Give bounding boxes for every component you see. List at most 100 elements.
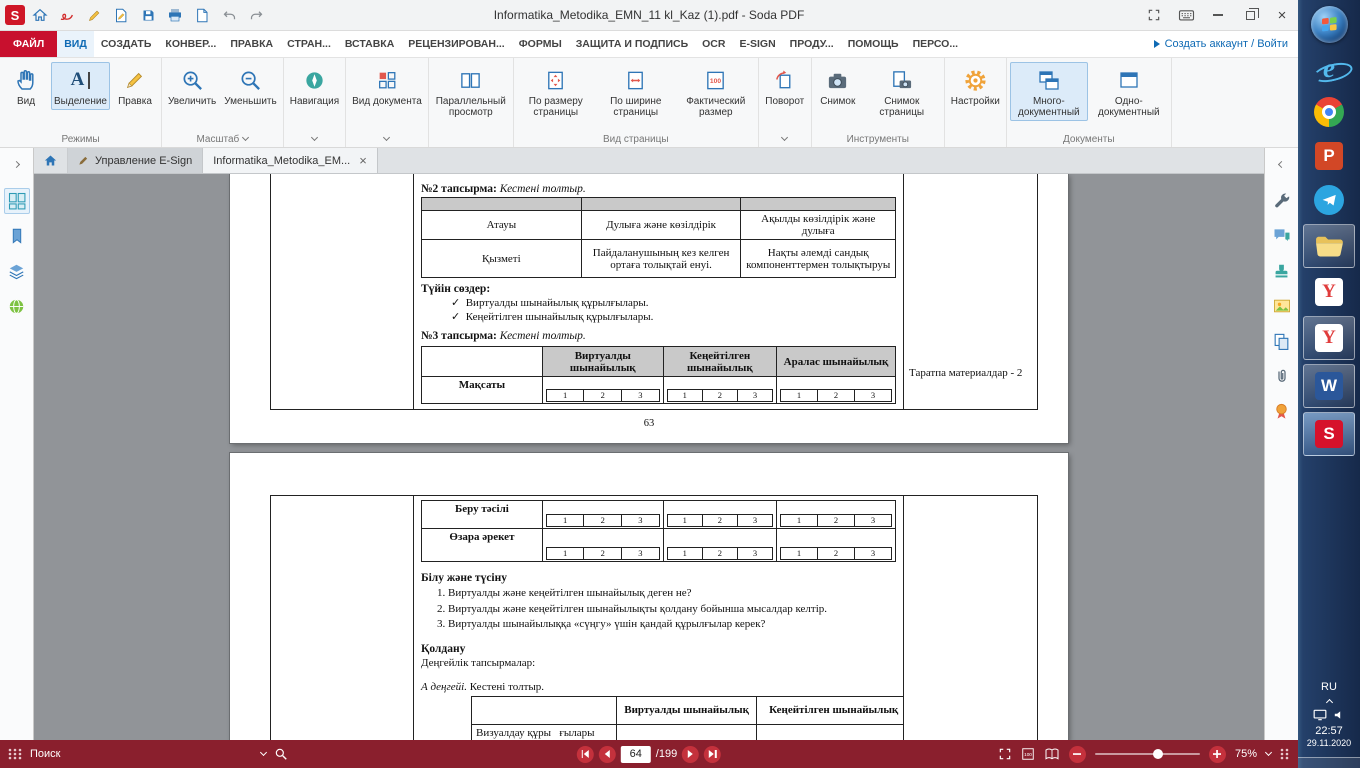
- home-button[interactable]: [28, 3, 52, 27]
- web-panel-button[interactable]: [4, 293, 30, 319]
- search-icon[interactable]: [274, 747, 288, 761]
- minimize-button[interactable]: [1202, 0, 1234, 30]
- ribbon-group-scale-dropdown[interactable]: Масштаб: [165, 131, 280, 147]
- tray-expand-chevron[interactable]: [1325, 699, 1332, 706]
- ribbon-doc-view-dropdown[interactable]: [349, 131, 425, 147]
- ribbon-button-settings[interactable]: Настройки: [948, 62, 1003, 110]
- ribbon-button-fit-width[interactable]: По ширине страницы: [597, 62, 675, 121]
- tools-panel-button[interactable]: [1269, 188, 1295, 214]
- menu-tab[interactable]: ФАЙЛ: [0, 31, 57, 57]
- ribbon-button-zoom-out[interactable]: Уменьшить: [221, 62, 279, 110]
- undo-button[interactable]: [217, 3, 241, 27]
- soda-pdf-taskbar-button[interactable]: S: [1303, 412, 1355, 456]
- certificates-panel-button[interactable]: [1269, 398, 1295, 424]
- actual-size-icon[interactable]: 100: [1021, 747, 1035, 761]
- ribbon-button-multi-document[interactable]: Много-документный: [1010, 62, 1088, 121]
- show-desktop-button[interactable]: [1298, 757, 1360, 768]
- internet-explorer-button[interactable]: e: [1303, 48, 1355, 88]
- tray-display-icon[interactable]: [1313, 709, 1327, 721]
- file-explorer-button[interactable]: [1303, 224, 1355, 268]
- maximize-button[interactable]: [1234, 0, 1266, 30]
- ribbon-button-zoom-in[interactable]: Увеличить: [165, 62, 219, 110]
- menu-tab[interactable]: E-SIGN: [732, 31, 782, 57]
- ribbon-navigation-dropdown[interactable]: [287, 131, 342, 147]
- stamp-panel-button[interactable]: [1269, 258, 1295, 284]
- ribbon-button-doc-view[interactable]: Вид документа: [349, 62, 425, 110]
- save-button[interactable]: [136, 3, 160, 27]
- ribbon-button-view[interactable]: Вид: [3, 62, 49, 110]
- next-page-button[interactable]: [682, 746, 699, 763]
- ribbon-button-edit[interactable]: Правка: [112, 62, 158, 110]
- account-link[interactable]: Создать аккаунт / Войти: [1148, 31, 1298, 57]
- current-page-input[interactable]: 64: [621, 746, 651, 763]
- create-document-button[interactable]: [109, 3, 133, 27]
- start-button[interactable]: [1303, 4, 1355, 44]
- zoom-level-label[interactable]: 75%: [1235, 748, 1257, 760]
- ribbon-button-rotate[interactable]: Поворот: [762, 62, 808, 110]
- layers-panel-button[interactable]: [4, 258, 30, 284]
- redo-button[interactable]: [244, 3, 268, 27]
- menu-tab[interactable]: ЗАЩИТА И ПОДПИСЬ: [569, 31, 695, 57]
- ribbon-button-select[interactable]: A Выделение: [51, 62, 110, 110]
- menu-tab[interactable]: СОЗДАТЬ: [94, 31, 159, 57]
- expand-left-panel-button[interactable]: [4, 153, 30, 179]
- ribbon-rotate-dropdown[interactable]: [762, 131, 808, 147]
- previous-page-button[interactable]: [599, 746, 616, 763]
- first-page-button[interactable]: [577, 746, 594, 763]
- ribbon-button-single-document[interactable]: Одно-документный: [1090, 62, 1168, 121]
- thumbnails-panel-button[interactable]: [4, 188, 30, 214]
- close-button[interactable]: ×: [1266, 0, 1298, 30]
- last-page-button[interactable]: [704, 746, 721, 763]
- search-options-chevron[interactable]: [260, 749, 267, 756]
- zoom-options-chevron[interactable]: [1265, 749, 1272, 756]
- tray-volume-icon[interactable]: [1333, 709, 1345, 721]
- zoom-in-button[interactable]: [1209, 746, 1226, 763]
- yandex-button[interactable]: Y: [1303, 272, 1355, 312]
- ribbon-button-snapshot[interactable]: Снимок: [815, 62, 861, 110]
- chrome-button[interactable]: [1303, 92, 1355, 132]
- ribbon-button-navigation[interactable]: Навигация: [287, 62, 342, 110]
- images-panel-button[interactable]: [1269, 293, 1295, 319]
- language-indicator[interactable]: RU: [1321, 681, 1337, 693]
- ribbon-button-actual-size[interactable]: 100 Фактический размер: [677, 62, 755, 121]
- tab-esign-manager[interactable]: Управление E-Sign: [68, 148, 203, 173]
- fullscreen-button[interactable]: [1138, 0, 1170, 30]
- search-label[interactable]: Поиск: [30, 748, 60, 760]
- menu-tab[interactable]: ВИД: [57, 31, 94, 57]
- document-viewport[interactable]: №2 тапсырма: Кестені толтыр. Атауы Дулығ…: [34, 174, 1264, 740]
- powerpoint-button[interactable]: P: [1303, 136, 1355, 176]
- menu-tab[interactable]: СТРАН...: [280, 31, 338, 57]
- comments-panel-button[interactable]: [1269, 223, 1295, 249]
- ribbon-button-fit-page[interactable]: По размеру страницы: [517, 62, 595, 121]
- book-view-icon[interactable]: [1044, 747, 1060, 761]
- menu-tab[interactable]: ВСТАВКА: [338, 31, 401, 57]
- clock[interactable]: 22:57 29.11.2020: [1307, 725, 1351, 749]
- home-tab-button[interactable]: [34, 148, 68, 173]
- new-document-button[interactable]: [190, 3, 214, 27]
- edit-button[interactable]: [82, 3, 106, 27]
- collapse-right-panel-button[interactable]: [1269, 153, 1295, 179]
- word-button[interactable]: W: [1303, 364, 1355, 408]
- close-tab-icon[interactable]: ×: [359, 153, 367, 168]
- telegram-button[interactable]: [1303, 180, 1355, 220]
- yandex-browser-button[interactable]: Y: [1303, 316, 1355, 360]
- menu-tab[interactable]: OCR: [695, 31, 732, 57]
- menu-tab[interactable]: РЕЦЕНЗИРОВАН...: [401, 31, 511, 57]
- menu-tab[interactable]: ФОРМЫ: [512, 31, 569, 57]
- ribbon-button-page-snapshot[interactable]: Снимок страницы: [863, 62, 941, 121]
- menu-tab[interactable]: КОНВЕР...: [158, 31, 223, 57]
- esign-button[interactable]: [55, 3, 79, 27]
- bookmarks-panel-button[interactable]: [4, 223, 30, 249]
- zoom-slider[interactable]: [1095, 753, 1200, 755]
- zoom-slider-knob[interactable]: [1153, 749, 1163, 759]
- print-button[interactable]: [163, 3, 187, 27]
- menu-tab[interactable]: ПЕРСО...: [906, 31, 966, 57]
- zoom-out-button[interactable]: [1069, 746, 1086, 763]
- touch-keyboard-button[interactable]: [1170, 0, 1202, 30]
- clipboard-panel-button[interactable]: [1269, 328, 1295, 354]
- menu-tab[interactable]: ПРАВКА: [223, 31, 280, 57]
- attachments-panel-button[interactable]: [1269, 363, 1295, 389]
- menu-tab[interactable]: ПОМОЩЬ: [841, 31, 906, 57]
- menu-tab[interactable]: ПРОДУ...: [783, 31, 841, 57]
- fit-screen-icon[interactable]: [998, 747, 1012, 761]
